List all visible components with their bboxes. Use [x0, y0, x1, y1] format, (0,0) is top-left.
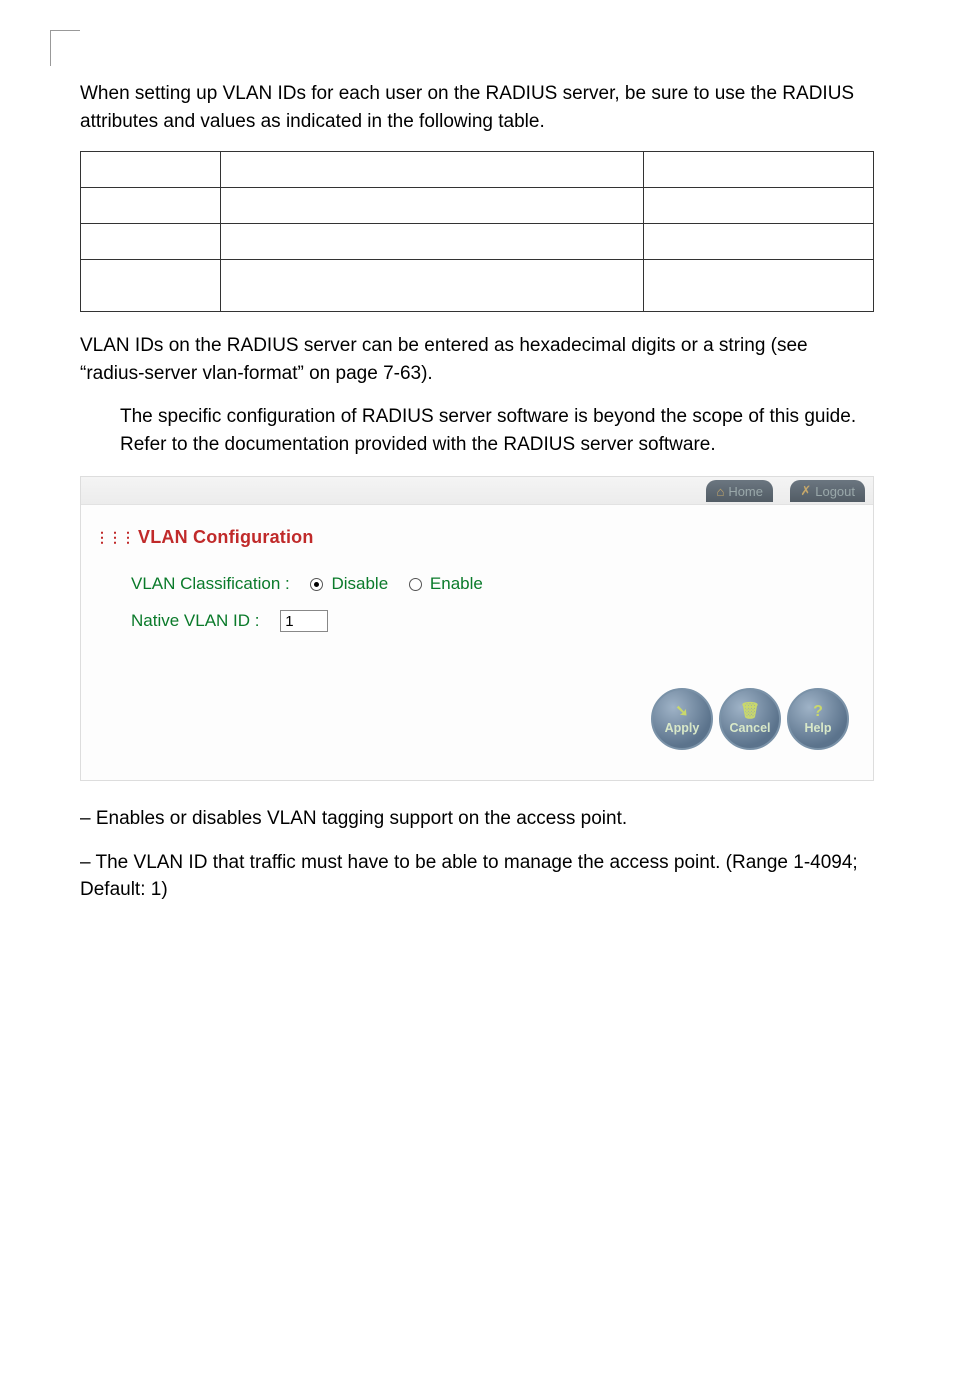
apply-button-label: Apply: [665, 721, 700, 735]
cancel-icon: 🗑: [740, 704, 760, 720]
table-cell: [644, 152, 874, 188]
cancel-button[interactable]: 🗑 Cancel: [719, 688, 781, 750]
table-cell: [221, 188, 644, 224]
table-cell: [81, 224, 221, 260]
section-title-text: VLAN Configuration: [138, 527, 314, 547]
logout-icon: ✗: [800, 483, 811, 499]
native-vlan-label: Native VLAN ID :: [131, 611, 260, 631]
vlan-config-panel: ⌂ Home ✗ Logout ⋮⋮⋮VLAN Configuration VL…: [80, 476, 874, 781]
table-cell: [81, 188, 221, 224]
table-cell: [221, 224, 644, 260]
home-tab[interactable]: ⌂ Home: [706, 480, 773, 502]
native-vlan-row: Native VLAN ID :: [131, 610, 873, 632]
form-area: VLAN Classification : Disable Enable Nat…: [81, 574, 873, 632]
enable-radio-label: Enable: [430, 574, 483, 594]
note-text: The specific configuration of RADIUS ser…: [120, 403, 874, 458]
crop-mark: [50, 30, 80, 66]
disable-radio-label: Disable: [331, 574, 388, 594]
table-row: [81, 152, 874, 188]
table-cell: [81, 152, 221, 188]
table-cell: [644, 260, 874, 312]
table-cell: [644, 224, 874, 260]
cancel-button-label: Cancel: [730, 721, 771, 735]
vlan-classification-row: VLAN Classification : Disable Enable: [131, 574, 873, 594]
table-cell: [644, 188, 874, 224]
radius-attributes-table: [80, 151, 874, 312]
intro-paragraph: When setting up VLAN IDs for each user o…: [80, 80, 874, 135]
classification-desc: – Enables or disables VLAN tagging suppo…: [80, 805, 874, 833]
vlan-id-paragraph: VLAN IDs on the RADIUS server can be ent…: [80, 332, 874, 387]
help-button-label: Help: [804, 721, 831, 735]
table-row: [81, 260, 874, 312]
logout-tab[interactable]: ✗ Logout: [790, 480, 865, 502]
home-icon: ⌂: [716, 484, 724, 499]
disable-radio[interactable]: [310, 578, 323, 591]
table-cell: [81, 260, 221, 312]
title-dots-icon: ⋮⋮⋮: [95, 529, 134, 546]
panel-tabbar: ⌂ Home ✗ Logout: [81, 477, 873, 505]
section-title: ⋮⋮⋮VLAN Configuration: [81, 505, 873, 574]
home-tab-label: Home: [728, 484, 763, 499]
native-vlan-desc: – The VLAN ID that traffic must have to …: [80, 849, 874, 904]
table-cell: [221, 152, 644, 188]
table-row: [81, 188, 874, 224]
page-content: When setting up VLAN IDs for each user o…: [0, 0, 954, 904]
enable-radio[interactable]: [409, 578, 422, 591]
table-row: [81, 224, 874, 260]
apply-button[interactable]: ➘ Apply: [651, 688, 713, 750]
button-bar: ➘ Apply 🗑 Cancel ? Help: [81, 648, 873, 756]
native-vlan-input[interactable]: [280, 610, 328, 632]
note-block: The specific configuration of RADIUS ser…: [120, 403, 874, 458]
table-cell: [221, 260, 644, 312]
vlan-classification-label: VLAN Classification :: [131, 574, 290, 594]
radio-dot-icon: [314, 582, 319, 587]
help-icon: ?: [813, 704, 823, 720]
apply-icon: ➘: [675, 704, 688, 720]
help-button[interactable]: ? Help: [787, 688, 849, 750]
logout-tab-label: Logout: [815, 484, 855, 499]
